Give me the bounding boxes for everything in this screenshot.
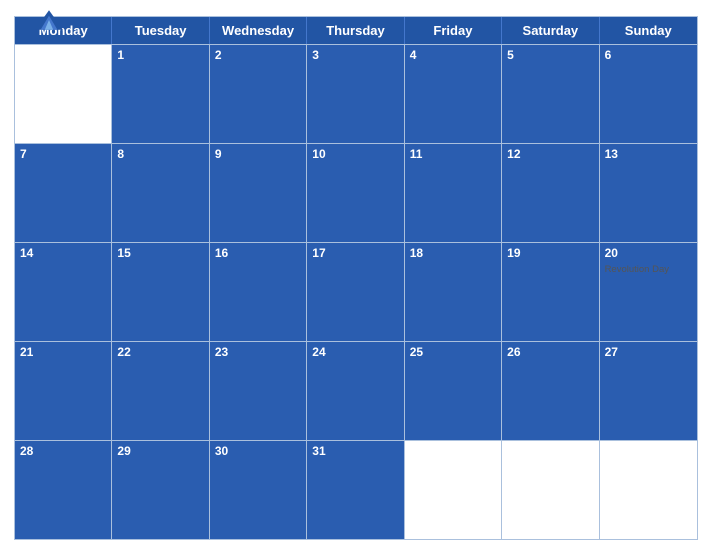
day-headers: MondayTuesdayWednesdayThursdayFridaySatu… <box>15 17 697 44</box>
day-cell: 6 <box>600 45 697 143</box>
day-number: 5 <box>507 48 593 64</box>
day-number: 26 <box>507 345 593 361</box>
day-number: 12 <box>507 147 593 163</box>
day-cell: 1 <box>112 45 209 143</box>
day-number: 1 <box>117 48 203 64</box>
day-cell: 27 <box>600 342 697 440</box>
day-cell: 22 <box>112 342 209 440</box>
day-cell: 24 <box>307 342 404 440</box>
day-cell: 7 <box>15 144 112 242</box>
day-number: 16 <box>215 246 301 262</box>
day-header-saturday: Saturday <box>502 17 599 44</box>
day-cell: 4 <box>405 45 502 143</box>
day-number: 15 <box>117 246 203 262</box>
day-number: 7 <box>20 147 106 163</box>
day-cell: 2 <box>210 45 307 143</box>
day-number: 25 <box>410 345 496 361</box>
day-number: 24 <box>312 345 398 361</box>
day-header-sunday: Sunday <box>600 17 697 44</box>
day-header-thursday: Thursday <box>307 17 404 44</box>
logo <box>14 10 84 31</box>
week-row-3: 14 15 16 17 18 19 20 Revolution Day <box>15 242 697 341</box>
day-cell <box>502 441 599 539</box>
day-cell: 16 <box>210 243 307 341</box>
day-cell: 8 <box>112 144 209 242</box>
day-cell: 3 <box>307 45 404 143</box>
day-number: 6 <box>605 48 692 64</box>
day-cell: 15 <box>112 243 209 341</box>
day-number: 4 <box>410 48 496 64</box>
day-number: 8 <box>117 147 203 163</box>
week-row-5: 28 29 30 31 <box>15 440 697 539</box>
day-number: 19 <box>507 246 593 262</box>
day-cell: 17 <box>307 243 404 341</box>
day-number: 2 <box>215 48 301 64</box>
day-header-friday: Friday <box>405 17 502 44</box>
day-number: 20 <box>605 246 692 262</box>
day-header-wednesday: Wednesday <box>210 17 307 44</box>
day-cell: 9 <box>210 144 307 242</box>
day-cell: 12 <box>502 144 599 242</box>
day-number: 22 <box>117 345 203 361</box>
day-cell: 20 Revolution Day <box>600 243 697 341</box>
day-cell: 5 <box>502 45 599 143</box>
day-number: 30 <box>215 444 301 460</box>
day-cell: 29 <box>112 441 209 539</box>
day-cell: 19 <box>502 243 599 341</box>
day-number: 9 <box>215 147 301 163</box>
day-cell <box>405 441 502 539</box>
calendar-grid: MondayTuesdayWednesdayThursdayFridaySatu… <box>14 16 698 540</box>
day-number: 29 <box>117 444 203 460</box>
day-cell: 25 <box>405 342 502 440</box>
day-cell: 28 <box>15 441 112 539</box>
day-cell: 11 <box>405 144 502 242</box>
day-header-tuesday: Tuesday <box>112 17 209 44</box>
day-cell: 18 <box>405 243 502 341</box>
day-number: 14 <box>20 246 106 262</box>
day-number: 31 <box>312 444 398 460</box>
day-cell: 21 <box>15 342 112 440</box>
day-cell: 31 <box>307 441 404 539</box>
logo-icon <box>35 10 63 30</box>
day-cell: 13 <box>600 144 697 242</box>
day-number: 21 <box>20 345 106 361</box>
day-number: 11 <box>410 147 496 163</box>
day-number: 18 <box>410 246 496 262</box>
day-number: 3 <box>312 48 398 64</box>
day-number: 17 <box>312 246 398 262</box>
day-cell: 10 <box>307 144 404 242</box>
day-cell: 30 <box>210 441 307 539</box>
week-row-1: 123456 <box>15 44 697 143</box>
weeks-container: 1234567891011121314151617181920Revolutio… <box>15 44 697 539</box>
day-number: 10 <box>312 147 398 163</box>
day-cell: 26 <box>502 342 599 440</box>
holiday-label: Revolution Day <box>605 264 692 275</box>
day-cell <box>600 441 697 539</box>
day-cell: 14 <box>15 243 112 341</box>
week-row-2: 789 10 11 12 13 <box>15 143 697 242</box>
day-cell <box>15 45 112 143</box>
day-number: 23 <box>215 345 301 361</box>
day-number: 13 <box>605 147 692 163</box>
calendar-wrapper: MondayTuesdayWednesdayThursdayFridaySatu… <box>0 0 712 550</box>
day-number: 28 <box>20 444 106 460</box>
week-row-4: 21 22 23 24 25 26 27 <box>15 341 697 440</box>
day-cell: 23 <box>210 342 307 440</box>
day-number: 27 <box>605 345 692 361</box>
